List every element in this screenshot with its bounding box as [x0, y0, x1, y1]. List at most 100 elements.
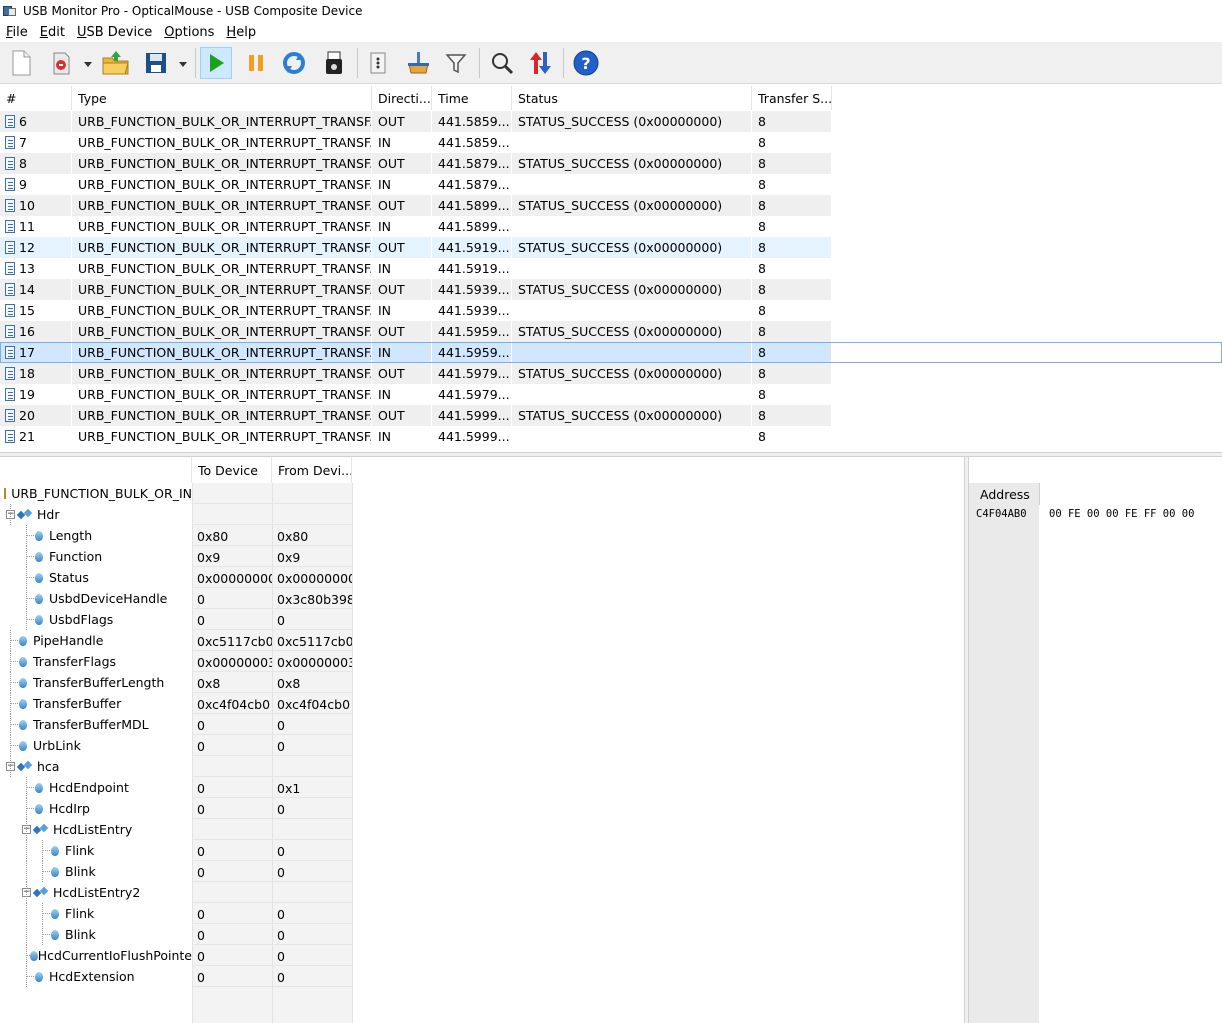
tree-connector-line [26, 882, 27, 903]
tree-row[interactable]: Blink 0 0 [0, 861, 964, 882]
row-empty-space [832, 405, 1222, 426]
new-document-button[interactable] [5, 47, 37, 79]
table-row[interactable]: 19 URB_FUNCTION_BULK_OR_INTERRUPT_TRANSF.… [0, 384, 1222, 405]
new-session-dropdown[interactable] [83, 59, 93, 69]
column-header-transfer-size[interactable]: Transfer S... [752, 86, 832, 110]
refresh-button[interactable] [278, 47, 310, 79]
urb-document-icon [5, 388, 15, 401]
column-header-direction[interactable]: Directi... [372, 86, 432, 110]
row-transfer-size: 8 [752, 342, 832, 363]
tree-row[interactable]: − hca [0, 756, 964, 777]
open-button[interactable] [100, 47, 132, 79]
tree-row[interactable]: TransferFlags 0x00000003 (0x00000003 ( [0, 651, 964, 672]
new-document-icon [12, 50, 31, 76]
tree-row[interactable]: Flink 0 0 [0, 840, 964, 861]
table-row[interactable]: 12 URB_FUNCTION_BULK_OR_INTERRUPT_TRANSF.… [0, 237, 1222, 258]
tree-row[interactable]: TransferBufferMDL 0 0 [0, 714, 964, 735]
search-button[interactable] [486, 47, 518, 79]
properties-button[interactable] [362, 47, 394, 79]
row-empty-space [832, 132, 1222, 153]
column-header-status[interactable]: Status [512, 86, 752, 110]
start-capture-button[interactable] [200, 47, 232, 79]
tree-row[interactable]: − HcdListEntry [0, 819, 964, 840]
tree-row[interactable]: TransferBufferLength 0x8 0x8 [0, 672, 964, 693]
row-status [512, 258, 752, 279]
row-number-cell: 20 [0, 405, 72, 426]
row-direction: IN [372, 426, 432, 447]
tree-row[interactable]: UrbLink 0 0 [0, 735, 964, 756]
table-row[interactable]: 11 URB_FUNCTION_BULK_OR_INTERRUPT_TRANSF.… [0, 216, 1222, 237]
usb-device-button[interactable] [318, 47, 350, 79]
tree-row[interactable]: HcdCurrentIoFlushPointe 0 0 [0, 945, 964, 966]
menu-file[interactable]: File [0, 25, 34, 40]
tree-row[interactable]: PipeHandle 0xc5117cb0 0xc5117cb0 [0, 630, 964, 651]
pause-capture-button[interactable] [240, 47, 272, 79]
tree-connector-line [42, 861, 43, 882]
column-header-number[interactable]: # [0, 86, 72, 110]
table-row[interactable]: 17 URB_FUNCTION_BULK_OR_INTERRUPT_TRANSF.… [0, 342, 1222, 363]
table-row[interactable]: 21 URB_FUNCTION_BULK_OR_INTERRUPT_TRANSF.… [0, 426, 1222, 447]
to-device-value [192, 483, 272, 504]
clear-log-button[interactable] [402, 47, 434, 79]
column-header-from-device[interactable]: From Devi... [272, 457, 352, 483]
menu-usb-device[interactable]: USB Device [71, 25, 158, 40]
column-header-time[interactable]: Time [432, 86, 512, 110]
row-status: STATUS_SUCCESS (0x00000000) [512, 237, 752, 258]
tree-row[interactable]: − HcdListEntry2 [0, 882, 964, 903]
hex-row-bytes[interactable]: 00 FE 00 00 FE FF 00 00 [1049, 508, 1194, 520]
filter-button[interactable] [440, 47, 472, 79]
tree-node-label: HcdExtension [49, 969, 135, 984]
refresh-icon [283, 52, 305, 74]
new-session-button[interactable] [45, 47, 77, 79]
tree-row[interactable]: HcdExtension 0 0 [0, 966, 964, 987]
table-row[interactable]: 13 URB_FUNCTION_BULK_OR_INTERRUPT_TRANSF.… [0, 258, 1222, 279]
save-button[interactable] [140, 47, 172, 79]
table-row[interactable]: 16 URB_FUNCTION_BULK_OR_INTERRUPT_TRANSF.… [0, 321, 1222, 342]
menu-options[interactable]: Options [158, 25, 220, 40]
tree-node-label: Status [49, 570, 89, 585]
from-device-value: 0x9 [277, 550, 301, 565]
tree-connector-line [26, 924, 27, 945]
row-number: 11 [19, 219, 35, 234]
tree-row[interactable]: Length 0x80 0x80 [0, 525, 964, 546]
table-row[interactable]: 9 URB_FUNCTION_BULK_OR_INTERRUPT_TRANSF..… [0, 174, 1222, 195]
table-row[interactable]: 15 URB_FUNCTION_BULK_OR_INTERRUPT_TRANSF.… [0, 300, 1222, 321]
tree-row[interactable]: Status 0x00000000 (0x00000000 ( [0, 567, 964, 588]
tree-row[interactable]: TransferBuffer 0xc4f04cb0 0xc4f04cb0 [0, 693, 964, 714]
to-device-value: 0 [197, 802, 205, 817]
tree-row[interactable]: Blink 0 0 [0, 924, 964, 945]
tree-row[interactable]: UsbdFlags 0 0 [0, 609, 964, 630]
sort-button[interactable] [524, 47, 556, 79]
table-row[interactable]: 18 URB_FUNCTION_BULK_OR_INTERRUPT_TRANSF.… [0, 363, 1222, 384]
tree-connector-line [26, 861, 27, 882]
row-type: URB_FUNCTION_BULK_OR_INTERRUPT_TRANSF... [72, 300, 372, 321]
column-header-field[interactable] [0, 457, 192, 483]
row-number: 18 [19, 366, 35, 381]
table-row[interactable]: 20 URB_FUNCTION_BULK_OR_INTERRUPT_TRANSF.… [0, 405, 1222, 426]
table-row[interactable]: 7 URB_FUNCTION_BULK_OR_INTERRUPT_TRANSF..… [0, 132, 1222, 153]
tree-row[interactable]: Flink 0 0 [0, 903, 964, 924]
table-row[interactable]: 8 URB_FUNCTION_BULK_OR_INTERRUPT_TRANSF..… [0, 153, 1222, 174]
column-header-to-device[interactable]: To Device [192, 457, 272, 483]
menu-help[interactable]: Help [220, 25, 262, 40]
to-device-value [192, 882, 272, 903]
menu-edit[interactable]: Edit [34, 25, 71, 40]
tree-row[interactable]: − Hdr [0, 504, 964, 525]
tree-node: Blink [38, 861, 192, 882]
help-button[interactable]: ? [570, 47, 602, 79]
table-row[interactable]: 10 URB_FUNCTION_BULK_OR_INTERRUPT_TRANSF.… [0, 195, 1222, 216]
save-dropdown[interactable] [178, 59, 188, 69]
row-empty-space [832, 111, 1222, 132]
column-header-type[interactable]: Type [72, 86, 372, 110]
table-row[interactable]: 14 URB_FUNCTION_BULK_OR_INTERRUPT_TRANSF.… [0, 279, 1222, 300]
tree-row[interactable]: URB_FUNCTION_BULK_OR_IN [0, 483, 964, 504]
row-number: 10 [19, 198, 35, 213]
tree-row[interactable]: HcdIrp 0 0 [0, 798, 964, 819]
tree-row[interactable]: Function 0x9 0x9 [0, 546, 964, 567]
hex-address-column [969, 483, 1039, 1023]
tree-row[interactable]: UsbdDeviceHandle 0 0x3c80b398 [0, 588, 964, 609]
tree-connector-line [10, 640, 20, 641]
tree-row[interactable]: HcdEndpoint 0 0x1 [0, 777, 964, 798]
row-direction: OUT [372, 363, 432, 384]
table-row[interactable]: 6 URB_FUNCTION_BULK_OR_INTERRUPT_TRANSF..… [0, 111, 1222, 132]
